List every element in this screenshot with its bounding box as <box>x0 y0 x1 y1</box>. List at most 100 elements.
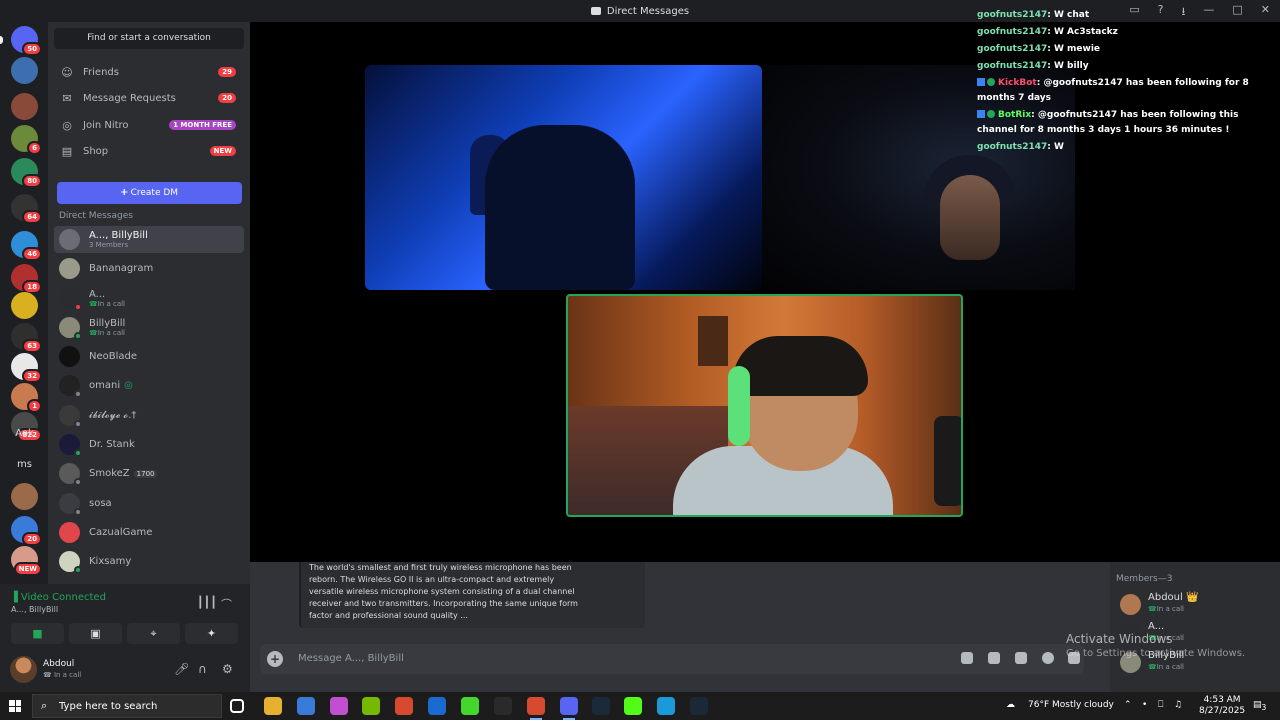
server-icon[interactable]: 50 <box>11 26 42 56</box>
noise-suppression-icon[interactable]: ┃┃┃ <box>197 596 217 609</box>
dm-name-text: NeoBlade <box>89 351 138 362</box>
copilot-icon[interactable] <box>330 697 348 715</box>
dm-text: NeoBlade <box>89 351 137 362</box>
promo-tag: NEW <box>209 146 236 156</box>
server-icon[interactable]: Aok <box>11 420 38 447</box>
dm-name: SmokeZ 1700 <box>89 468 158 480</box>
weather-icon[interactable]: ☁ <box>1006 700 1015 710</box>
member-name: Abdoul 👑 <box>1148 592 1199 603</box>
create-dm-button[interactable]: ➕︎ Create DM <box>57 182 242 204</box>
camera-button[interactable]: ■ <box>11 623 64 644</box>
video-tile-user-a[interactable] <box>365 65 762 290</box>
shop-icon: ▤ <box>61 144 73 158</box>
presence-dot <box>74 390 82 398</box>
dm-item[interactable]: sosa <box>54 490 244 517</box>
microphone-tray-icon[interactable]: • <box>1142 700 1147 710</box>
disconnect-icon[interactable]: ⌒ <box>221 596 232 612</box>
server-icon[interactable]: 63 <box>11 323 42 353</box>
dm-item[interactable]: Kixsamy <box>54 548 244 575</box>
kick-icon[interactable] <box>624 697 642 715</box>
dm-item[interactable]: A..., BillyBill 3 Members <box>54 226 244 253</box>
task-view-icon[interactable] <box>230 699 244 713</box>
terminal-icon[interactable] <box>592 697 610 715</box>
server-icon[interactable]: 18 <box>11 264 42 294</box>
bot-badge-icon <box>977 78 985 86</box>
server-icon[interactable]: ms <box>11 451 38 478</box>
chrome-icon[interactable] <box>395 697 413 715</box>
find-conversation-button[interactable]: Find or start a conversation <box>54 28 244 49</box>
dm-item[interactable]: Dr. Stank <box>54 431 244 458</box>
nvidia-icon[interactable] <box>362 697 380 715</box>
dm-item[interactable]: 𝓲𝓫𝓲𝓵𝓸𝔂𝓮 𝓸.† <box>54 402 244 429</box>
avatar[interactable] <box>10 656 37 683</box>
dm-item[interactable]: BillyBillIn a call <box>54 314 244 341</box>
nav-shop[interactable]: ▤ Shop NEW <box>54 139 244 163</box>
dm-item[interactable]: A...In a call <box>54 285 244 312</box>
nav-label: Join Nitro <box>83 119 129 131</box>
sticker-icon[interactable] <box>1015 652 1027 664</box>
dm-sidebar: Find or start a conversation ☺ Friends 29 ✉… <box>48 22 250 584</box>
screen-share-button[interactable]: ▣ <box>69 623 122 644</box>
member-status: In a call <box>1148 663 1184 671</box>
start-button[interactable] <box>9 700 21 712</box>
message-input[interactable]: Message A..., BillyBill <box>298 653 404 664</box>
activate-windows-watermark: Activate Windows <box>1066 632 1173 646</box>
server-icon[interactable]: NEW <box>11 546 42 576</box>
server-icon[interactable] <box>11 483 38 510</box>
count-badge: 20 <box>218 93 236 103</box>
server-icon[interactable]: 32 <box>11 353 42 383</box>
nav-join-nitro[interactable]: ◎ Join Nitro 1 MONTH FREE <box>54 113 244 137</box>
video-tile-self-speaking[interactable] <box>566 294 963 517</box>
gif-icon[interactable] <box>988 652 1000 664</box>
network-icon[interactable]: ⎕ <box>1158 700 1163 710</box>
nav-message-requests[interactable]: ✉ Message Requests 20 <box>54 86 244 110</box>
server-icon[interactable]: 80 <box>11 158 42 188</box>
taskbar-clock[interactable]: 4:53 AM 8/27/2025 <box>1199 695 1245 717</box>
member-item[interactable]: Abdoul 👑 In a call <box>1120 592 1280 618</box>
chrome-active-icon[interactable] <box>527 697 545 720</box>
discord-icon[interactable] <box>560 697 578 720</box>
dm-item[interactable]: omani ◎ <box>54 372 244 399</box>
emoji-icon[interactable] <box>1042 652 1054 664</box>
bot-badge-icon <box>977 110 985 118</box>
chat-message: goofnuts2147: W billy <box>977 59 1277 74</box>
dm-text: 𝓲𝓫𝓲𝓵𝓸𝔂𝓮 𝓸.† <box>89 410 136 421</box>
server-icon[interactable] <box>11 93 38 120</box>
headphones-icon[interactable]: ∩ <box>198 662 207 676</box>
server-icon[interactable]: 1 <box>11 383 42 413</box>
server-icon[interactable]: 6 <box>11 125 42 155</box>
edge-icon[interactable] <box>657 697 675 715</box>
taskbar-search[interactable]: ⌕ Type here to search <box>32 694 222 718</box>
file-explorer-icon[interactable] <box>264 697 282 715</box>
dm-item[interactable]: SmokeZ 1700 <box>54 460 244 487</box>
server-icon[interactable]: 64 <box>11 194 42 224</box>
dm-item[interactable]: Bananagram <box>54 255 244 282</box>
weather-text[interactable]: 76°F Mostly cloudy <box>1028 700 1114 710</box>
activities-button[interactable]: ⌖ <box>127 623 180 644</box>
server-icon[interactable] <box>11 57 38 84</box>
soundboard-button[interactable]: ✦ <box>185 623 238 644</box>
volume-icon[interactable]: ♫ <box>1174 700 1182 710</box>
nav-friends[interactable]: ☺ Friends 29 <box>54 60 244 84</box>
voice-channel-name[interactable]: A..., BillyBill <box>11 605 58 614</box>
server-icon[interactable] <box>11 292 38 319</box>
dm-name: NeoBlade <box>89 351 137 362</box>
obs-icon[interactable] <box>494 697 512 715</box>
attach-plus-icon[interactable]: + <box>267 651 283 667</box>
avatar <box>59 229 80 250</box>
server-icon[interactable]: 46 <box>11 231 42 261</box>
microphone-icon[interactable]: 🎤︎ <box>174 662 189 676</box>
dm-item[interactable]: NeoBlade <box>54 343 244 370</box>
gift-icon[interactable] <box>961 652 973 664</box>
tray-overflow-icon[interactable]: ⌃ <box>1124 700 1132 710</box>
steam-icon[interactable] <box>690 697 708 715</box>
store-icon[interactable] <box>297 697 315 715</box>
avatar <box>59 317 82 340</box>
nav-label: Shop <box>83 145 109 157</box>
server-icon[interactable]: 20 <box>11 516 42 546</box>
razer-icon[interactable] <box>461 697 479 715</box>
notification-icon[interactable]: ▤3 <box>1253 700 1266 712</box>
settings-gear-icon[interactable]: ⚙ <box>222 662 233 676</box>
dm-item[interactable]: CazualGame <box>54 519 244 546</box>
outlook-icon[interactable] <box>428 697 446 715</box>
